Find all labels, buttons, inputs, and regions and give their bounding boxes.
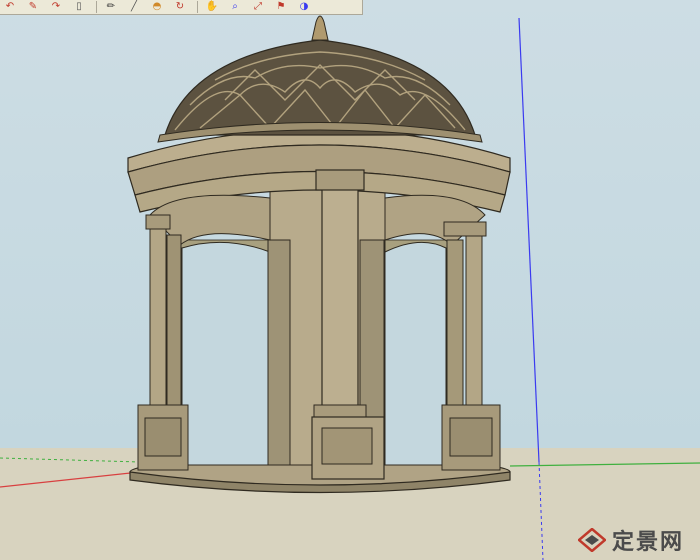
column-front-base — [313, 404, 367, 418]
back-pilaster-left — [267, 239, 291, 466]
styles-icon[interactable]: ◑ — [294, 1, 314, 13]
pencil-icon[interactable]: ✏ — [101, 1, 121, 13]
toolbar-separator — [96, 1, 97, 13]
column-left-inner — [166, 234, 182, 411]
walk-icon[interactable]: ⚑ — [271, 1, 291, 13]
arch-opening-left — [181, 241, 271, 466]
zoom-extents-icon[interactable]: ⤢ — [248, 1, 268, 13]
column-front-capital — [315, 169, 365, 191]
line-icon[interactable]: ╱ — [124, 1, 144, 13]
column-front-shaft — [321, 187, 359, 411]
column-left-outer — [149, 227, 167, 409]
erase-icon[interactable]: ✎ — [23, 1, 43, 13]
model-viewport[interactable]: 定景网 — [0, 0, 700, 560]
gazebo-scene — [0, 15, 700, 560]
dome-finial — [311, 15, 329, 41]
watermark-logo-icon — [578, 528, 606, 552]
pedestal-left-panel — [144, 417, 182, 457]
blue-axis-dashed — [538, 461, 544, 560]
green-axis-dashed — [0, 457, 141, 463]
column-right-outer — [465, 231, 483, 411]
watermark-text: 定景网 — [612, 530, 685, 555]
zoom-icon[interactable]: ⌕ — [225, 1, 245, 13]
column-left-outer-capital — [145, 214, 171, 230]
column-right-inner — [446, 239, 464, 411]
blue-axis — [518, 17, 540, 463]
column-right-capital — [443, 221, 487, 237]
page-icon[interactable]: ▯ — [69, 1, 89, 13]
watermark: 定景网 — [578, 525, 684, 555]
toolbar-separator — [197, 1, 198, 13]
pedestal-right-panel — [449, 417, 493, 457]
red-axis — [0, 471, 141, 488]
undo-icon[interactable]: ↶ — [0, 1, 20, 13]
paint-bucket-icon[interactable]: ◓ — [147, 1, 167, 13]
redo-icon[interactable]: ↷ — [46, 1, 66, 13]
arch-opening-right — [384, 241, 447, 466]
orbit-icon[interactable]: ↻ — [170, 1, 190, 13]
pedestal-front-panel — [321, 427, 373, 465]
toolbar: ↶ ✎ ↷ ▯ ✏ ╱ ◓ ↻ ✋ ⌕ ⤢ ⚑ ◑ — [0, 0, 363, 15]
green-axis — [509, 462, 700, 467]
hand-icon[interactable]: ✋ — [202, 1, 222, 13]
